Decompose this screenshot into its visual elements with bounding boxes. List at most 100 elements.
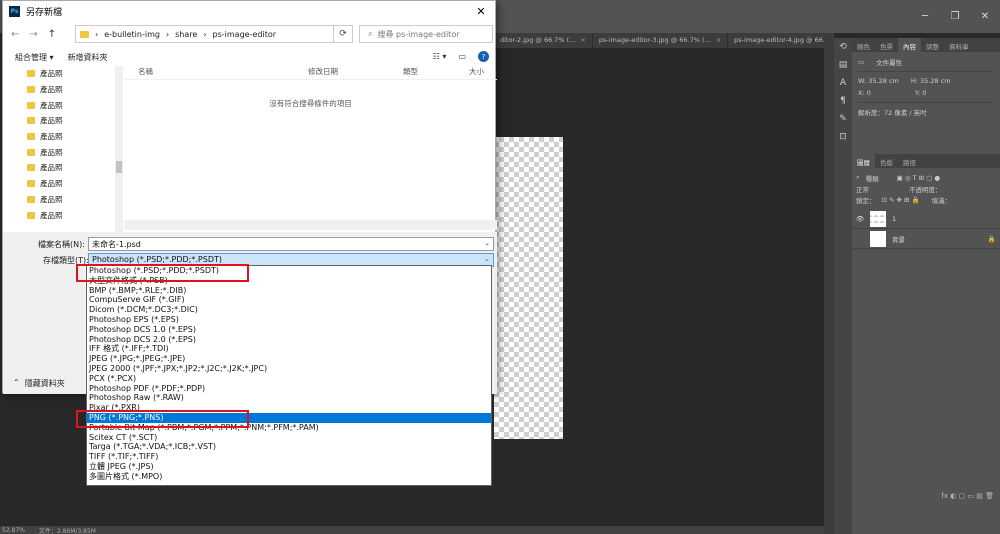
layer-name[interactable]: 背景 (892, 234, 905, 244)
nav-folder-item[interactable]: 產品照 (3, 97, 122, 113)
chevron-down-icon[interactable]: ⌄ (484, 239, 490, 249)
layer-row[interactable]: 背景 🔒 (852, 229, 1000, 249)
nav-folder-item[interactable]: 產品照 (3, 144, 122, 160)
minimize-icon[interactable]: ─ (910, 0, 940, 33)
column-type[interactable]: 類型 (389, 66, 469, 79)
layer-row[interactable]: 👁 1 (852, 209, 1000, 229)
close-window-icon[interactable]: ✕ (970, 0, 1000, 33)
filetype-option[interactable]: Photoshop Raw (*.RAW) (87, 393, 491, 403)
panel-tab[interactable]: 色票 (875, 38, 898, 52)
forward-arrow-icon[interactable]: → (29, 29, 37, 40)
blend-mode-select[interactable]: 正常 (856, 184, 869, 194)
props-x[interactable]: X: 0 (858, 89, 871, 97)
breadcrumb-item[interactable]: share (175, 30, 197, 39)
filetype-option[interactable]: Targa (*.TGA;*.VDA;*.ICB;*.VST) (87, 442, 491, 452)
nav-folder-item[interactable]: 產品照 (3, 207, 122, 223)
new-folder-button[interactable]: 新增資料夾 (68, 52, 108, 63)
filetype-option[interactable]: JPEG 2000 (*.JPF;*.JPX;*.JP2;*.J2C;*.J2K… (87, 364, 491, 374)
filetype-option[interactable]: TIFF (*.TIF;*.TIFF) (87, 452, 491, 462)
layers-tab[interactable]: 色版 (875, 154, 898, 168)
document-tab[interactable]: ps-image-editor-3.jpg @ 66.7% (... × (593, 33, 729, 48)
back-arrow-icon[interactable]: ← (11, 29, 19, 40)
brush-icon[interactable]: ✎ (834, 110, 852, 128)
filetype-option[interactable]: Scitex CT (*.SCT) (87, 433, 491, 443)
column-modified[interactable]: 修改日期 (294, 66, 389, 79)
filetype-option[interactable]: Photoshop PDF (*.PDF;*.PDP) (87, 384, 491, 394)
refresh-button[interactable]: ⟳ (333, 25, 353, 43)
breadcrumb-separator: › (165, 29, 170, 39)
props-height[interactable]: H: 35.28 cm (911, 77, 951, 85)
nav-scrollbar[interactable] (115, 66, 123, 232)
filetype-option[interactable]: PCX (*.PCX) (87, 374, 491, 384)
view-options-icon[interactable]: ☷ ▾ (433, 52, 447, 61)
organize-menu[interactable]: 組合管理 ▾ (15, 52, 54, 63)
close-icon[interactable]: × (580, 36, 585, 48)
filetype-option[interactable]: Photoshop DCS 1.0 (*.EPS) (87, 325, 491, 335)
search-input[interactable]: ⌕ 搜尋 ps-image-editor (359, 25, 493, 43)
horizontal-scrollbar[interactable] (124, 220, 497, 230)
props-width[interactable]: W: 35.28 cm (858, 77, 899, 85)
document-icon: ▭ (858, 58, 865, 66)
filetype-option[interactable]: Photoshop EPS (*.EPS) (87, 315, 491, 325)
props-resolution: 解析度：72 像素 / 英吋 (858, 109, 927, 117)
panel-tab[interactable]: 內容 (898, 38, 921, 52)
filetype-option[interactable]: JPEG (*.JPG;*.JPEG;*.JPE) (87, 354, 491, 364)
character-icon[interactable]: A (834, 74, 852, 92)
filetype-option[interactable]: Dicom (*.DCM;*.DC3;*.DIC) (87, 305, 491, 315)
close-icon[interactable]: × (716, 36, 721, 48)
filetype-option[interactable]: Photoshop DCS 2.0 (*.EPS) (87, 335, 491, 345)
filetype-option[interactable]: PNG (*.PNG;*.PNS) (87, 412, 491, 423)
panel-tab[interactable]: 資料庫 (944, 38, 974, 52)
filetype-option[interactable]: 立體 JPEG (*.JPS) (87, 462, 491, 472)
filetype-option[interactable]: BMP (*.BMP;*.RLE;*.DIB) (87, 286, 491, 296)
filetype-option[interactable]: IFF 格式 (*.IFF;*.TDI) (87, 344, 491, 354)
help-icon[interactable]: ? (478, 51, 489, 62)
up-arrow-icon[interactable]: ↑ (48, 29, 56, 40)
restore-icon[interactable]: ❐ (940, 0, 970, 33)
column-size[interactable]: 大小 (469, 66, 497, 79)
panel-collapse-strip[interactable] (824, 33, 834, 534)
filetype-option[interactable]: CompuServe GIF (*.GIF) (87, 295, 491, 305)
nav-folder-item[interactable]: 產品照 (3, 192, 122, 208)
layer-filter-select[interactable]: 種類 (866, 173, 879, 183)
filetype-option[interactable]: Pixar (*.PXR) (87, 403, 491, 413)
history-icon[interactable]: ⟲ (834, 38, 852, 56)
doc-tab-label: ps-image-editor-4.jpg @ 66.7% (... (734, 36, 824, 44)
layer-actions[interactable]: fx ◐ ▢ ▭ ▤ 🗑 (852, 492, 1000, 504)
document-tab[interactable]: ps-image-editor-4.jpg @ 66.7% (...× (728, 33, 824, 48)
dialog-close-button[interactable]: ✕ (467, 1, 495, 21)
panel-tab[interactable]: 顏色 (852, 38, 875, 52)
props-y[interactable]: Y: 0 (915, 89, 927, 97)
nav-folder-item[interactable]: 產品照 (3, 129, 122, 145)
nav-folder-item[interactable]: 產品照 (3, 160, 122, 176)
right-panels: 顏色 色票 內容 調整 資料庫 ▭ 文件屬性 W: 35.28 cm H: 35.28 cm… (852, 38, 1000, 534)
document-tab[interactable]: ditor-2.jpg @ 66.7% (... × (494, 33, 593, 48)
address-bar[interactable]: › e-bulletin-img › share › ps-image-edit… (75, 25, 351, 43)
filetype-option[interactable]: Portable Bit Map (*.PBM;*.PGM;*.PPM;*.PN… (87, 423, 491, 433)
filetype-option[interactable]: 大型文件格式 (*.PSB) (87, 276, 491, 286)
panel-tab[interactable]: 調整 (921, 38, 944, 52)
hide-folders-toggle[interactable]: ⌃ 隱藏資料夾 (13, 378, 65, 389)
column-name[interactable]: 名稱 (124, 66, 294, 79)
nav-folder-item[interactable]: 產品照 (3, 176, 122, 192)
layers-tab[interactable]: 圖層 (852, 154, 875, 168)
nav-folder-item[interactable]: 產品照 (3, 82, 122, 98)
filename-field[interactable]: 未命名-1.psd ⌄ (88, 237, 494, 251)
filetype-option[interactable]: Photoshop (*.PSD;*.PDD;*.PSDT) (87, 266, 491, 276)
filetype-option[interactable]: 多圖片格式 (*.MPO) (87, 472, 491, 482)
navigator-icon[interactable]: ⊡ (834, 128, 852, 146)
visibility-eye-icon[interactable]: 👁 (856, 215, 864, 223)
column-headers: 名稱 修改日期 類型 大小 (124, 66, 497, 80)
properties-icon[interactable]: ▤ (834, 56, 852, 74)
breadcrumb-item[interactable]: ps-image-editor (213, 30, 276, 39)
paragraph-icon[interactable]: ¶ (834, 92, 852, 110)
layer-name[interactable]: 1 (892, 215, 896, 223)
breadcrumb-item[interactable]: e-bulletin-img (104, 30, 160, 39)
nav-folder-item[interactable]: 產品照 (3, 113, 122, 129)
canvas-transparent-image[interactable] (494, 137, 563, 439)
nav-folder-item[interactable]: 產品照 (3, 66, 122, 82)
zoom-level[interactable]: 52.87% (2, 527, 25, 534)
chevron-down-icon[interactable]: ⌄ (484, 255, 490, 265)
preview-pane-icon[interactable]: ▭ (458, 52, 466, 61)
layers-tab[interactable]: 路徑 (898, 154, 921, 168)
